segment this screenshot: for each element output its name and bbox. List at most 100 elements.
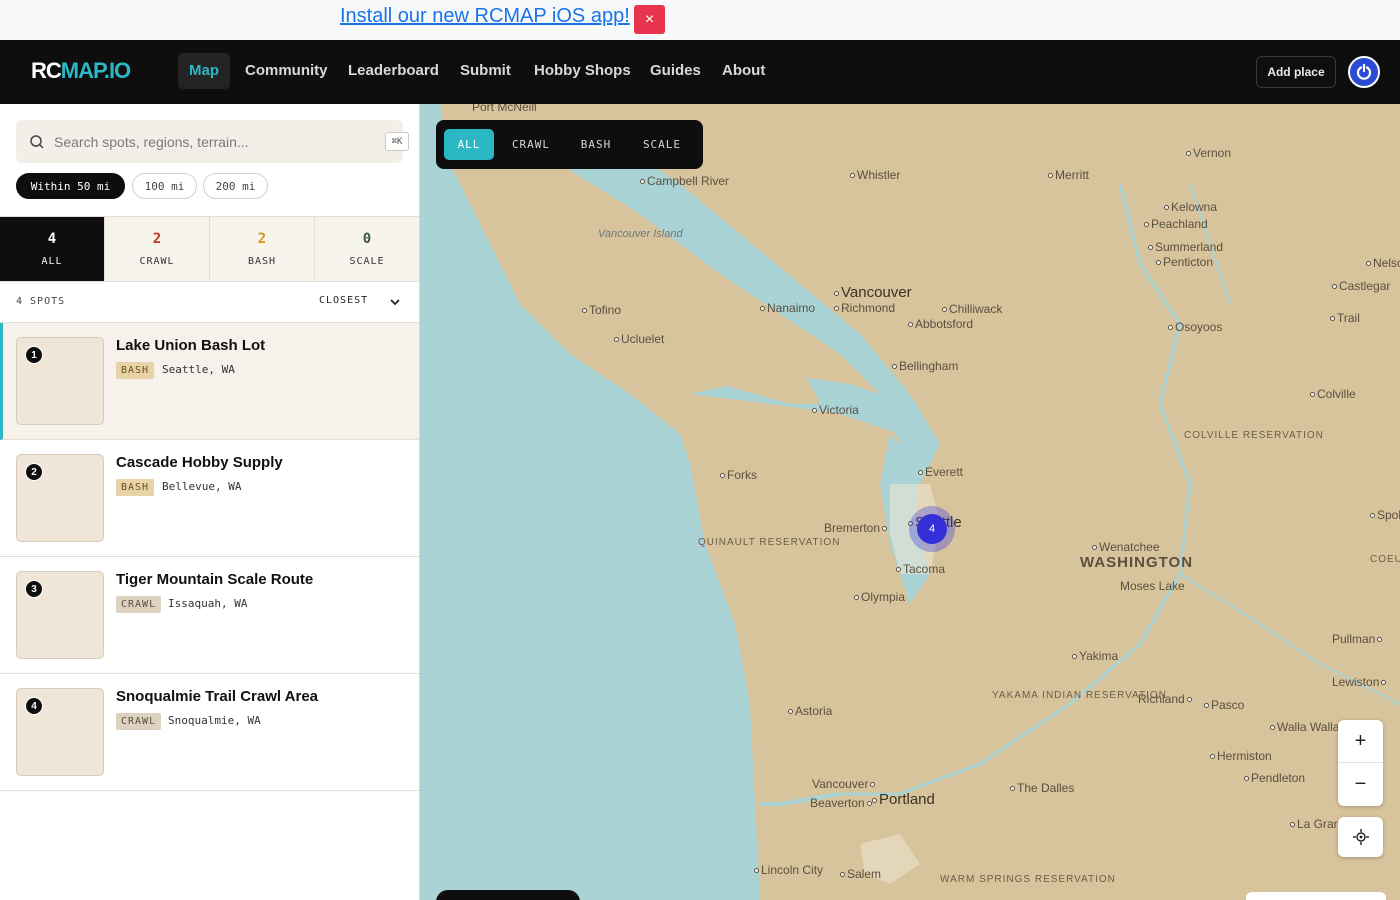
tab-all[interactable]: 4 ALL	[0, 217, 105, 281]
place-label: Victoria	[812, 403, 859, 417]
place-label: Nelso	[1366, 256, 1400, 270]
zoom-controls: + −	[1338, 720, 1383, 806]
nav-guides[interactable]: Guides	[639, 53, 712, 89]
spot-number: 1	[25, 346, 43, 364]
map-canvas[interactable]: Port McNeill Campbell River Whistler Mer…	[420, 104, 1400, 900]
nav-community[interactable]: Community	[234, 53, 339, 89]
tab-scale-count: 0	[362, 231, 372, 247]
tab-crawl[interactable]: 2 CRAWL	[105, 217, 210, 281]
place-label: Pendleton	[1244, 771, 1305, 785]
list-header: 4 SPOTS CLOSEST	[0, 282, 419, 323]
user-avatar[interactable]	[1348, 56, 1380, 88]
filter-bash[interactable]: BASH	[570, 129, 622, 160]
spot-title: Cascade Hobby Supply	[116, 454, 283, 471]
tab-all-label: ALL	[41, 256, 63, 267]
place-label: WARM SPRINGS RESERVATION	[940, 874, 1116, 885]
search-box: ⌘K	[16, 120, 409, 163]
search-icon	[30, 135, 44, 149]
place-label: Vancouver Island	[598, 228, 683, 240]
tab-bash-count: 2	[257, 231, 267, 247]
place-label: Port McNeill	[472, 104, 537, 114]
place-label: Nanaimo	[760, 301, 815, 315]
place-label: Abbotsford	[908, 317, 973, 331]
spots-count: 4 SPOTS	[16, 296, 66, 307]
nav-map[interactable]: Map	[178, 53, 230, 89]
place-label: Forks	[720, 468, 757, 482]
place-label: COEUR RESE	[1370, 554, 1400, 565]
sort-dropdown[interactable]: CLOSEST	[319, 295, 368, 306]
place-label: Richland	[1138, 692, 1194, 706]
place-label: Vancouver	[812, 777, 877, 791]
place-label: Yakima	[1072, 649, 1118, 663]
place-label: Peachland	[1144, 217, 1208, 231]
top-nav: RCMAP.IO Map Community Leaderboard Submi…	[0, 40, 1400, 104]
logo[interactable]: RCMAP.IO	[31, 58, 131, 84]
place-label: Beaverton	[810, 796, 874, 810]
chevron-down-icon[interactable]	[389, 296, 401, 308]
chip-200[interactable]: 200 mi	[203, 173, 268, 199]
nav-hobby-shops[interactable]: Hobby Shops	[523, 53, 642, 89]
tab-bash[interactable]: 2 BASH	[210, 217, 315, 281]
place-label: Penticton	[1156, 255, 1213, 269]
zoom-out-button[interactable]: −	[1338, 763, 1383, 806]
tab-scale[interactable]: 0 SCALE	[315, 217, 419, 281]
place-label: Kelowna	[1164, 200, 1217, 214]
spot-title: Lake Union Bash Lot	[116, 337, 266, 354]
banner-close-button[interactable]: ×	[634, 5, 665, 34]
place-label: YAKAMA INDIAN RESERVATION	[992, 690, 1167, 701]
nav-leaderboard[interactable]: Leaderboard	[337, 53, 450, 89]
place-label: Pasco	[1204, 698, 1244, 712]
nav-submit[interactable]: Submit	[449, 53, 522, 89]
search-input[interactable]	[54, 120, 354, 163]
spot-row-3[interactable]: 3 Tiger Mountain Scale Route CRAWL Issaq…	[0, 557, 419, 674]
spot-row-2[interactable]: 2 Cascade Hobby Supply BASH Bellevue, WA	[0, 440, 419, 557]
place-label: Whistler	[850, 168, 900, 182]
filter-scale[interactable]: SCALE	[632, 129, 692, 160]
map-attribution-card	[1246, 892, 1386, 900]
tab-all-count: 4	[47, 231, 57, 247]
nav-about[interactable]: About	[711, 53, 776, 89]
place-label: Hermiston	[1210, 749, 1272, 763]
place-label: Summerland	[1148, 240, 1223, 254]
search-shortcut-hint: ⌘K	[385, 132, 409, 151]
place-label: Everett	[918, 465, 963, 479]
place-label: Pullman	[1332, 632, 1384, 646]
place-label: Salem	[840, 867, 881, 881]
ios-app-link[interactable]: Install our new RCMAP iOS app!	[340, 5, 630, 28]
add-place-button[interactable]: Add place	[1256, 56, 1336, 88]
spot-number: 2	[25, 463, 43, 481]
crosshair-icon	[1352, 829, 1369, 845]
place-label: La Gran	[1290, 817, 1340, 831]
place-label: Spokan	[1370, 508, 1400, 522]
spot-thumbnail: 2	[16, 454, 104, 542]
place-label: Olympia	[854, 590, 905, 604]
spot-thumbnail: 3	[16, 571, 104, 659]
spot-tag: CRAWL	[116, 713, 162, 730]
spot-row-4[interactable]: 4 Snoqualmie Trail Crawl Area CRAWL Snoq…	[0, 674, 419, 791]
place-label: Wenatchee	[1092, 540, 1160, 554]
spot-number: 4	[25, 697, 43, 715]
chip-within-50[interactable]: Within 50 mi	[16, 173, 125, 199]
place-label: COLVILLE RESERVATION	[1184, 430, 1324, 441]
chip-100[interactable]: 100 mi	[132, 173, 197, 199]
filter-all[interactable]: ALL	[444, 129, 494, 160]
place-label: Richmond	[834, 301, 895, 315]
place-label: Vernon	[1186, 146, 1231, 160]
spot-location: Snoqualmie, WA	[168, 714, 261, 727]
map-bottom-toolbar[interactable]	[436, 890, 580, 900]
sidebar: ⌘K Within 50 mi 100 mi 200 mi 4 ALL 2 CR…	[0, 104, 420, 900]
spot-location: Issaquah, WA	[168, 597, 248, 610]
place-label: QUINAULT RESERVATION	[698, 537, 841, 548]
zoom-in-button[interactable]: +	[1338, 720, 1383, 763]
place-label: Castlegar	[1332, 279, 1390, 293]
spot-tag: BASH	[116, 362, 155, 379]
place-label: Bellingham	[892, 359, 958, 373]
place-label: Bremerton	[824, 521, 889, 535]
place-label: Astoria	[788, 704, 832, 718]
map-type-filter: ALL CRAWL BASH SCALE	[436, 120, 703, 169]
locate-me-button[interactable]	[1338, 817, 1383, 857]
spot-row-1[interactable]: 1 Lake Union Bash Lot BASH Seattle, WA	[0, 323, 419, 440]
spot-title: Tiger Mountain Scale Route	[116, 571, 314, 588]
filter-crawl[interactable]: CRAWL	[502, 129, 560, 160]
spot-cluster-marker[interactable]: 4	[909, 506, 955, 552]
